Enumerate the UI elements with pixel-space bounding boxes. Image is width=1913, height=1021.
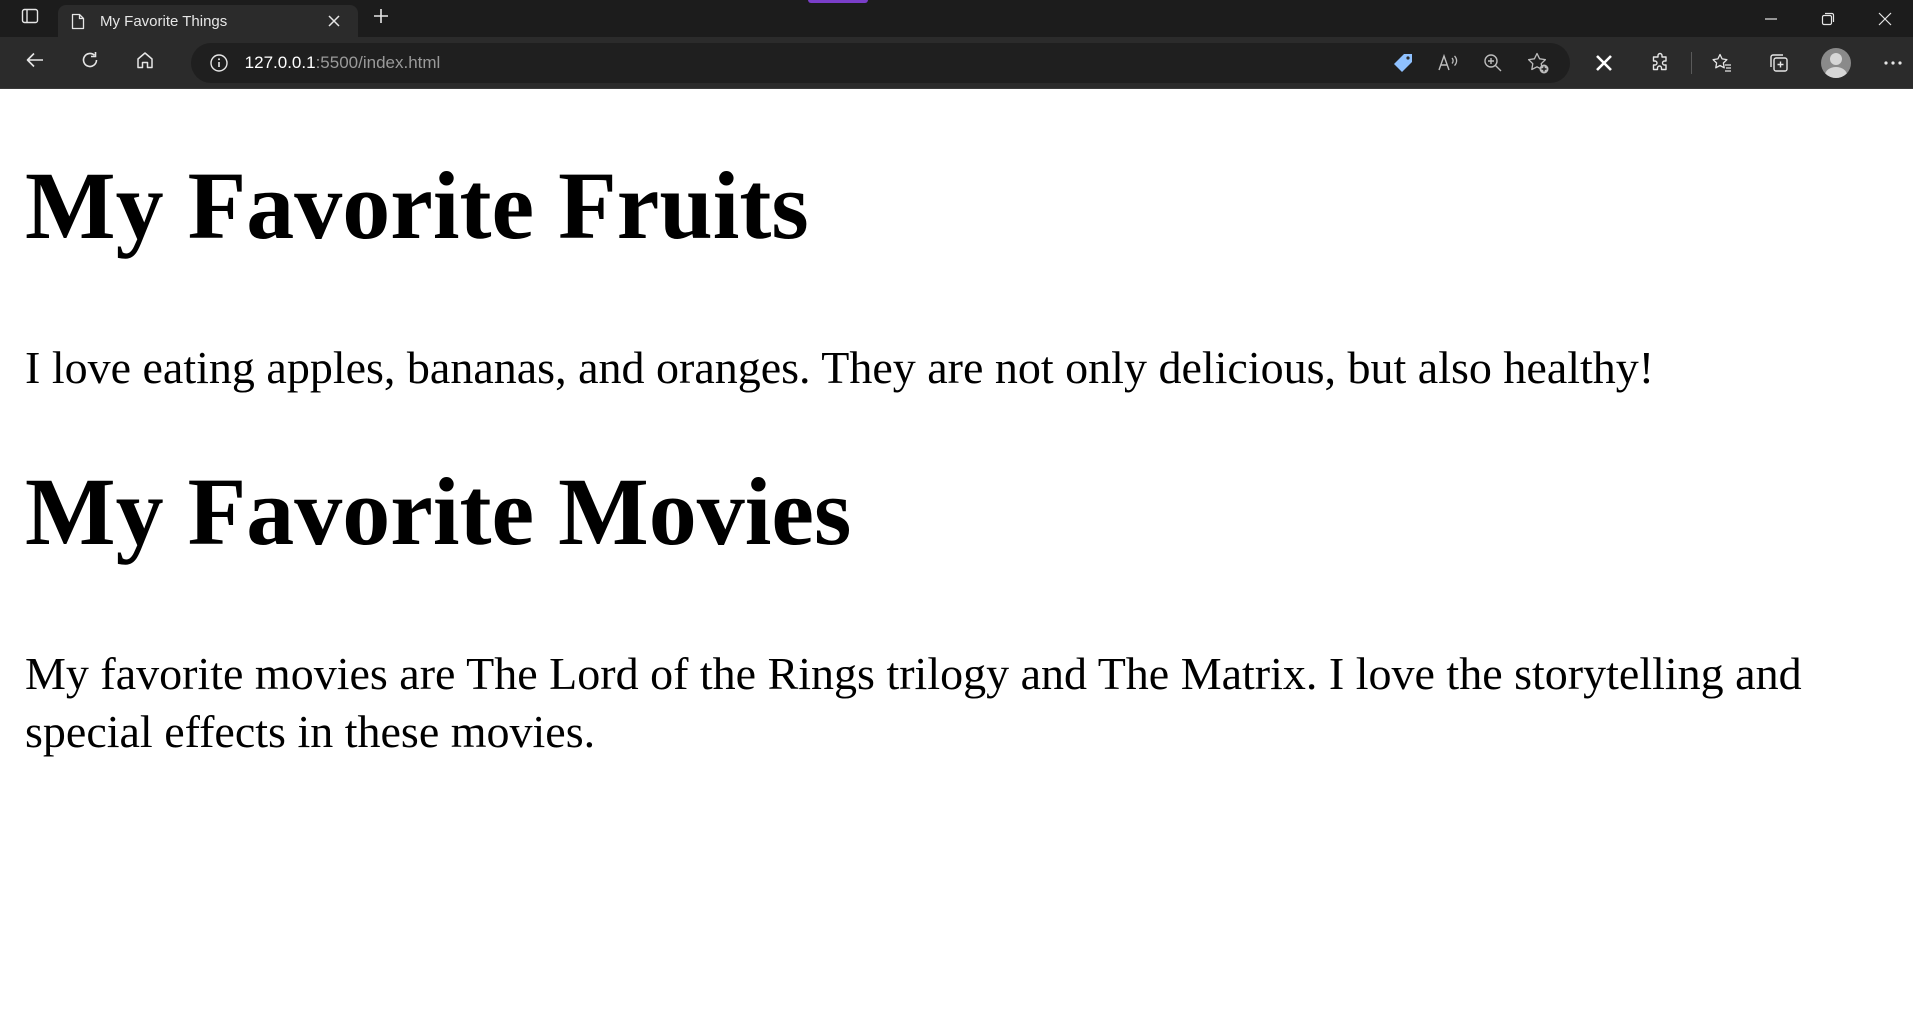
x-extension-icon (1596, 54, 1612, 71)
url-host: 127.0.0.1 (244, 52, 316, 72)
restore-icon (1821, 12, 1834, 25)
zoom-icon[interactable] (1475, 45, 1511, 81)
heading-favorite-movies: My Favorite Movies (25, 458, 852, 565)
tab-strip: My Favorite Things (0, 0, 1913, 37)
address-bar-actions (1376, 45, 1556, 81)
tab-actions-button[interactable] (12, 3, 48, 35)
x-extension-button[interactable] (1584, 43, 1624, 83)
minimize-icon (1764, 17, 1777, 20)
tag-icon[interactable] (1385, 45, 1421, 81)
close-window-button[interactable] (1856, 0, 1913, 37)
info-icon[interactable] (207, 51, 231, 75)
close-window-icon (1878, 12, 1891, 25)
document-icon (70, 13, 86, 29)
read-aloud-icon[interactable] (1430, 45, 1466, 81)
star-plus-icon[interactable] (1520, 45, 1556, 81)
active-tab[interactable]: My Favorite Things (58, 5, 358, 37)
extensions-button[interactable] (1641, 43, 1681, 83)
profile-button[interactable] (1816, 43, 1856, 83)
profile-avatar (1821, 47, 1851, 78)
heading-favorite-fruits: My Favorite Fruits (25, 152, 809, 259)
refresh-icon (80, 50, 100, 75)
more-icon (1884, 60, 1902, 65)
close-icon[interactable] (322, 9, 346, 33)
new-tab-button[interactable] (364, 3, 398, 35)
favorites-button[interactable] (1702, 43, 1742, 83)
home-icon (135, 50, 155, 75)
minimize-button[interactable] (1742, 0, 1799, 37)
toolbar-separator (1691, 51, 1692, 74)
tab-title: My Favorite Things (100, 12, 228, 30)
browser-toolbar: 127.0.0.1:5500/index.html (0, 37, 1913, 89)
refresh-button[interactable] (70, 43, 110, 83)
tab-actions-icon (21, 7, 39, 30)
window-controls (1742, 0, 1913, 37)
plus-icon (372, 7, 390, 30)
collections-icon (1770, 53, 1788, 72)
restore-button[interactable] (1799, 0, 1856, 37)
home-button[interactable] (125, 43, 165, 83)
paragraph-fruits: I love eating apples, bananas, and orang… (25, 342, 1655, 393)
back-arrow-icon (25, 50, 45, 75)
url-path: :5500/index.html (315, 52, 441, 72)
page-content: My Favorite Fruits I love eating apples,… (0, 89, 1913, 1021)
collections-button[interactable] (1759, 43, 1799, 83)
toolbar-right (1584, 43, 1913, 83)
back-button[interactable] (15, 43, 55, 83)
url-text[interactable]: 127.0.0.1:5500/index.html (245, 53, 1376, 73)
favorites-list-icon (1712, 53, 1731, 72)
settings-menu-button[interactable] (1873, 43, 1913, 83)
address-bar[interactable]: 127.0.0.1:5500/index.html (190, 42, 1570, 83)
profile-color-indicator (808, 0, 868, 3)
paragraph-movies: My favorite movies are The Lord of the R… (25, 648, 1802, 757)
puzzle-icon (1652, 52, 1667, 70)
